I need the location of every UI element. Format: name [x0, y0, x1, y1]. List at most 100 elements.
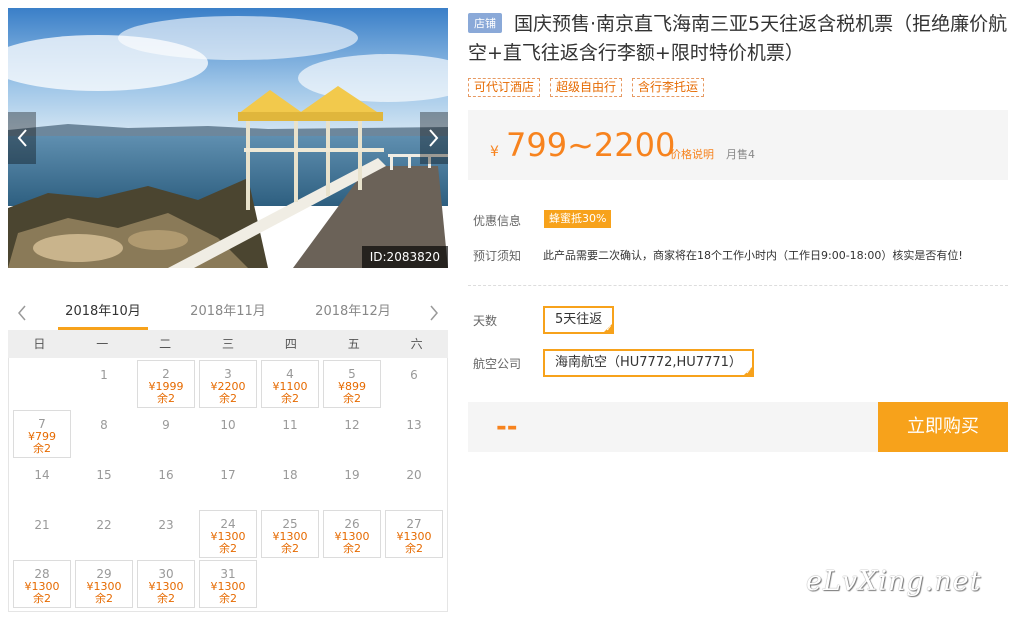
calendar-tab-month-2[interactable]: 2018年11月 — [183, 304, 273, 330]
purchase-total-bar: -- — [468, 402, 878, 452]
calendar-weekday-header: 日 一 二 三 四 五 六 — [8, 330, 448, 358]
airline-option-label: 航空公司 — [473, 357, 522, 371]
calendar-day-30[interactable]: 30 ¥1300 余2 — [137, 560, 195, 608]
calendar-day-5[interactable]: 5 ¥899 余2 — [323, 360, 381, 408]
day-remaining: 余2 — [343, 392, 361, 405]
calendar-day-31[interactable]: 31 ¥1300 余2 — [199, 560, 257, 608]
calendar-day-22: 22 — [75, 510, 133, 558]
tag-hotel: 可代订酒店 — [468, 78, 541, 97]
chevron-left-icon — [17, 129, 27, 147]
product-page: ID:2083820 2018年10月 2018年11月 2018年12月 日 … — [0, 0, 1012, 617]
day-number: 31 — [220, 567, 236, 581]
day-number: 30 — [158, 567, 174, 581]
day-remaining: 余2 — [157, 592, 175, 605]
product-photo-gallery: ID:2083820 — [8, 8, 448, 268]
day-number: 10 — [220, 418, 236, 432]
calendar-day-29[interactable]: 29 ¥1300 余2 — [75, 560, 133, 608]
day-number: 4 — [286, 367, 294, 381]
image-id-label: ID:2083820 — [361, 246, 448, 268]
weekday-thu: 四 — [284, 337, 297, 351]
day-remaining: 余2 — [281, 542, 299, 555]
price-currency: ¥ — [490, 144, 499, 160]
calendar-day-13: 13 — [385, 410, 443, 458]
calendar-day-1: 1 — [75, 360, 133, 408]
buy-now-button[interactable]: 立即购买 — [878, 402, 1008, 452]
product-tags: 可代订酒店 超级自由行 含行李托运 — [468, 78, 705, 97]
calendar-day-6: 6 — [385, 360, 443, 408]
day-number: 12 — [344, 418, 360, 432]
weekday-tue: 二 — [159, 337, 172, 351]
calendar-day-9: 9 — [137, 410, 195, 458]
day-number: 6 — [410, 368, 418, 382]
booking-notice-text: 此产品需要二次确认，商家将在18个工作小时内（工作日9:00-18:00）核实是… — [543, 249, 963, 262]
calendar-day-24[interactable]: 24 ¥1300 余2 — [199, 510, 257, 558]
watermark-logo: eLvXing.net — [806, 566, 982, 597]
calendar-day-25[interactable]: 25 ¥1300 余2 — [261, 510, 319, 558]
day-remaining: 余2 — [219, 592, 237, 605]
monthly-sales: 月售4 — [726, 148, 755, 161]
calendar-day-28[interactable]: 28 ¥1300 余2 — [13, 560, 71, 608]
day-number: 17 — [220, 468, 236, 482]
shop-badge: 店铺 — [468, 13, 502, 33]
gallery-next-button[interactable] — [420, 112, 448, 164]
day-number: 21 — [34, 518, 50, 532]
check-icon: ✓ — [605, 324, 613, 333]
calendar-next-month-button[interactable] — [424, 302, 444, 324]
tag-luggage: 含行李托运 — [632, 78, 705, 97]
price-panel: ¥ 799~2200 价格说明 月售4 — [468, 110, 1008, 180]
calendar-day-3[interactable]: 3 ¥2200 余2 — [199, 360, 257, 408]
day-number: 18 — [282, 468, 298, 482]
check-icon: ✓ — [745, 367, 752, 376]
calendar-day-23: 23 — [137, 510, 195, 558]
day-number: 28 — [34, 567, 50, 581]
day-remaining: 余2 — [219, 542, 237, 555]
promo-label: 优惠信息 — [473, 214, 522, 228]
calendar-day-7[interactable]: 7 ¥799 余2 — [13, 410, 71, 458]
day-number: 9 — [162, 418, 170, 432]
calendar-prev-month-button[interactable] — [12, 302, 32, 324]
calendar-day-4[interactable]: 4 ¥1100 余2 — [261, 360, 319, 408]
day-number: 11 — [282, 418, 298, 432]
day-number: 27 — [406, 517, 422, 531]
weekday-fri: 五 — [347, 337, 360, 351]
airline-option-hainan[interactable]: 海南航空（HU7772,HU7771） ✓ — [543, 349, 754, 377]
calendar-day-20: 20 — [385, 460, 443, 508]
calendar-day-18: 18 — [261, 460, 319, 508]
calendar-tab-month-1[interactable]: 2018年10月 — [58, 304, 148, 330]
chevron-right-icon — [429, 129, 439, 147]
day-number: 15 — [96, 468, 112, 482]
day-number: 3 — [224, 367, 232, 381]
promo-badge: 蜂蜜抵30% — [544, 210, 612, 228]
day-remaining: 余2 — [95, 592, 113, 605]
day-number: 7 — [38, 417, 46, 431]
calendar-day-26[interactable]: 26 ¥1300 余2 — [323, 510, 381, 558]
weekday-sat: 六 — [410, 337, 423, 351]
day-remaining: 余2 — [281, 392, 299, 405]
day-number: 29 — [96, 567, 112, 581]
calendar-tab-month-3[interactable]: 2018年12月 — [308, 304, 398, 330]
calendar-day-10: 10 — [199, 410, 257, 458]
weekday-mon: 一 — [96, 337, 109, 351]
product-photo — [8, 8, 448, 268]
calendar-day-27[interactable]: 27 ¥1300 余2 — [385, 510, 443, 558]
day-number: 22 — [96, 518, 112, 532]
days-option-label: 天数 — [473, 314, 498, 328]
price-explanation-link[interactable]: 价格说明 — [670, 146, 714, 162]
total-price: -- — [496, 412, 518, 442]
calendar-day-2[interactable]: 2 ¥1999 余2 — [137, 360, 195, 408]
calendar-day-8: 8 — [75, 410, 133, 458]
day-remaining: 余2 — [33, 592, 51, 605]
calendar-day-16: 16 — [137, 460, 195, 508]
day-remaining: 余2 — [33, 442, 51, 455]
section-divider — [468, 285, 1008, 286]
day-number: 5 — [348, 367, 356, 381]
day-remaining: 余2 — [219, 392, 237, 405]
gallery-prev-button[interactable] — [8, 112, 36, 164]
calendar-month-nav: 2018年10月 2018年11月 2018年12月 — [8, 296, 448, 332]
days-option-5day[interactable]: 5天往返 ✓ — [543, 306, 615, 334]
day-number: 2 — [162, 367, 170, 381]
day-number: 8 — [100, 418, 108, 432]
day-number: 16 — [158, 468, 174, 482]
airline-option-text: 海南航空（HU7772,HU7771） — [555, 355, 742, 370]
tag-free-travel: 超级自由行 — [550, 78, 623, 97]
